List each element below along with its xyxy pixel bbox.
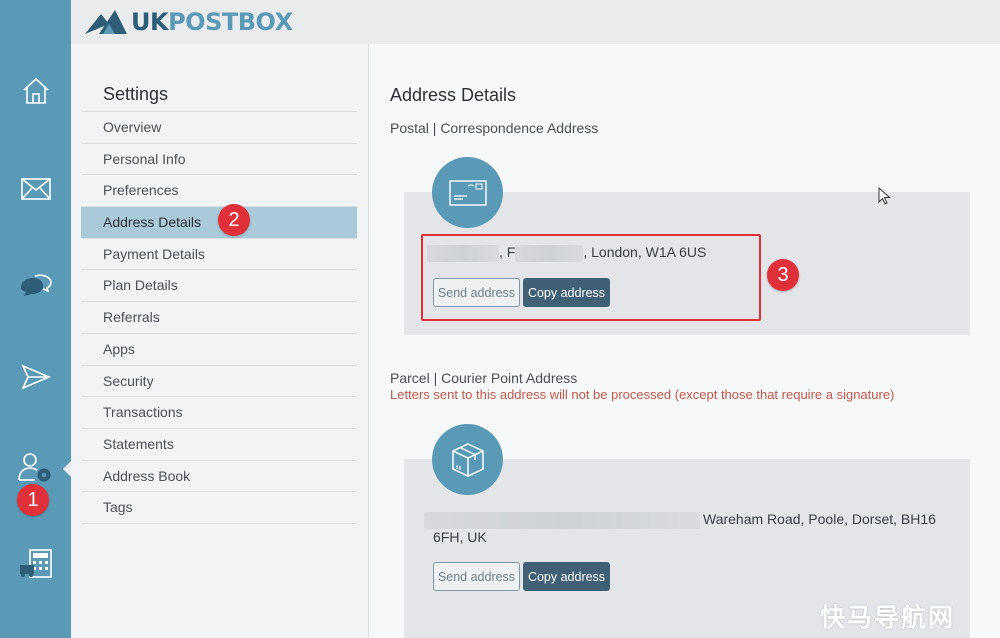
logo-mark-icon — [85, 10, 127, 34]
parcel-address-line2: 6FH, UK — [433, 529, 487, 545]
menu-item-referrals[interactable]: Referrals — [81, 302, 357, 334]
settings-title: Settings — [103, 84, 169, 104]
page-title: Address Details — [390, 85, 517, 105]
menu-item-address-book[interactable]: Address Book — [81, 461, 357, 493]
annotation-badge-1: 1 — [17, 484, 49, 516]
menu-item-preferences[interactable]: Preferences — [81, 175, 357, 208]
send-icon[interactable] — [0, 364, 71, 390]
menu-item-personal-info[interactable]: Personal Info — [81, 144, 357, 176]
postal-icon-circle — [432, 157, 503, 228]
parcel-address-redacted — [424, 511, 700, 529]
menu-item-plan-details[interactable]: Plan Details — [81, 270, 357, 303]
main-content: Address Details Postal | Correspondence … — [369, 44, 1000, 638]
settings-menu: Overview Personal Info Preferences Addre… — [81, 111, 357, 524]
active-rail-indicator — [63, 461, 71, 477]
annotation-badge-3: 3 — [767, 259, 799, 291]
menu-item-security[interactable]: Security — [81, 366, 357, 398]
mouse-cursor-icon — [878, 186, 892, 212]
mail-icon[interactable] — [0, 178, 71, 200]
menu-item-transactions[interactable]: Transactions — [81, 397, 357, 429]
parcel-warning: Letters sent to this address will not be… — [390, 387, 895, 402]
logo[interactable]: UKPOSTBOX — [85, 8, 293, 36]
logo-text: UKPOSTBOX — [131, 8, 293, 36]
menu-item-statements[interactable]: Statements — [81, 429, 357, 461]
menu-item-tags[interactable]: Tags — [81, 492, 357, 524]
envelope-icon — [448, 179, 487, 206]
app-header: UKPOSTBOX — [71, 0, 1000, 44]
redacted-text — [424, 511, 700, 529]
parcel-send-address-button[interactable]: Send address — [433, 562, 520, 591]
annotation-highlight-box — [421, 234, 761, 321]
parcel-heading: Parcel | Courier Point Address — [390, 370, 578, 386]
package-icon — [451, 442, 484, 477]
menu-item-overview[interactable]: Overview — [81, 112, 357, 144]
annotation-badge-2: 2 — [218, 204, 250, 236]
menu-item-payment-details[interactable]: Payment Details — [81, 239, 357, 271]
parcel-copy-address-button[interactable]: Copy address — [523, 562, 610, 591]
icon-rail — [0, 0, 71, 638]
calculator-icon[interactable] — [0, 548, 71, 580]
settings-sidebar: Settings Overview Personal Info Preferen… — [71, 44, 369, 638]
watermark: 快马导航网 — [820, 603, 956, 632]
home-icon[interactable] — [0, 76, 71, 106]
menu-item-apps[interactable]: Apps — [81, 334, 357, 366]
parcel-icon-circle — [432, 424, 503, 495]
account-settings-icon[interactable] — [0, 452, 71, 484]
chat-icon[interactable] — [0, 272, 71, 298]
postal-heading: Postal | Correspondence Address — [390, 120, 599, 136]
parcel-address-line1: Wareham Road, Poole, Dorset, BH16 — [703, 511, 936, 527]
